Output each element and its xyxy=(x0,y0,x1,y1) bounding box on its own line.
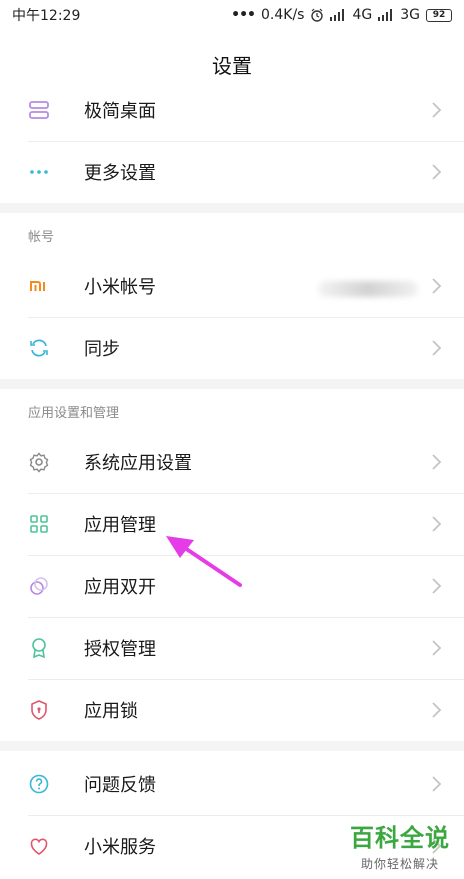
signal-icon-2 xyxy=(378,9,394,21)
settings-item-label: 应用双开 xyxy=(84,577,156,598)
chevron-right-icon xyxy=(432,702,442,718)
settings-item-more-settings[interactable]: 更多设置 xyxy=(0,141,464,203)
section-gap xyxy=(0,741,464,751)
settings-item-minimal-desktop[interactable]: 极简桌面 xyxy=(0,79,464,141)
alarm-icon xyxy=(311,8,324,22)
section-gap xyxy=(0,203,464,213)
gear-icon xyxy=(28,451,50,473)
chevron-right-icon xyxy=(432,776,442,792)
more-dots-icon xyxy=(28,161,50,183)
chevron-right-icon xyxy=(432,278,442,294)
chevron-right-icon xyxy=(432,340,442,356)
chevron-right-icon xyxy=(432,640,442,656)
question-icon xyxy=(28,773,50,795)
network-type-1: 4G xyxy=(352,7,373,23)
section-header-apps: 应用设置和管理 xyxy=(28,406,120,421)
annotation-arrow-icon xyxy=(166,536,242,587)
settings-item-sync[interactable]: 同步 xyxy=(0,317,464,379)
settings-item-label: 授权管理 xyxy=(84,639,156,660)
settings-item-label: 应用锁 xyxy=(84,701,138,722)
settings-item-label: 极简桌面 xyxy=(84,101,156,122)
mi-logo-icon xyxy=(28,275,50,297)
chevron-right-icon xyxy=(432,102,442,118)
settings-item-label: 系统应用设置 xyxy=(84,453,192,474)
settings-item-permissions[interactable]: 授权管理 xyxy=(0,617,464,679)
sync-icon xyxy=(28,337,50,359)
section-gap xyxy=(0,379,464,389)
chevron-right-icon xyxy=(432,164,442,180)
network-speed: 0.4K/s xyxy=(261,7,305,23)
settings-item-app-lock[interactable]: 应用锁 xyxy=(0,679,464,741)
battery-level: 92 xyxy=(432,10,446,20)
settings-item-label: 小米帐号 xyxy=(84,277,156,298)
battery-icon: 92 xyxy=(426,8,452,22)
settings-item-system-apps[interactable]: 系统应用设置 xyxy=(0,431,464,493)
chevron-right-icon xyxy=(432,578,442,594)
settings-item-label: 同步 xyxy=(84,339,120,360)
settings-item-label: 应用管理 xyxy=(84,515,156,536)
heart-icon xyxy=(28,835,50,857)
page-title: 设置 xyxy=(212,53,252,78)
settings-item-label: 更多设置 xyxy=(84,163,156,184)
badge-icon xyxy=(28,637,50,659)
settings-item-label: 问题反馈 xyxy=(84,775,156,796)
dual-circles-icon xyxy=(28,575,50,597)
watermark-title: 百科全说 xyxy=(350,824,450,852)
notification-dots-icon: ••• xyxy=(231,7,256,23)
layout-icon xyxy=(28,99,50,121)
status-time: 中午12:29 xyxy=(12,8,81,24)
chevron-right-icon xyxy=(432,454,442,470)
settings-item-label: 小米服务 xyxy=(84,837,156,858)
signal-icon-1 xyxy=(330,9,346,21)
watermark-subtitle: 助你轻松解决 xyxy=(360,857,439,871)
blurred-account-value xyxy=(318,281,418,297)
shield-icon xyxy=(28,699,50,721)
grid-icon xyxy=(28,513,50,535)
status-bar: 中午12:29 ••• 0.4K/s 4G 3G 92 xyxy=(0,0,464,30)
section-header-account: 帐号 xyxy=(28,230,55,245)
status-indicators: ••• 0.4K/s 4G 3G 92 xyxy=(231,7,452,23)
watermark: 百科全说 助你轻松解决 xyxy=(350,818,450,872)
network-type-2: 3G xyxy=(400,7,420,23)
chevron-right-icon xyxy=(432,516,442,532)
settings-item-feedback[interactable]: 问题反馈 xyxy=(0,753,464,815)
